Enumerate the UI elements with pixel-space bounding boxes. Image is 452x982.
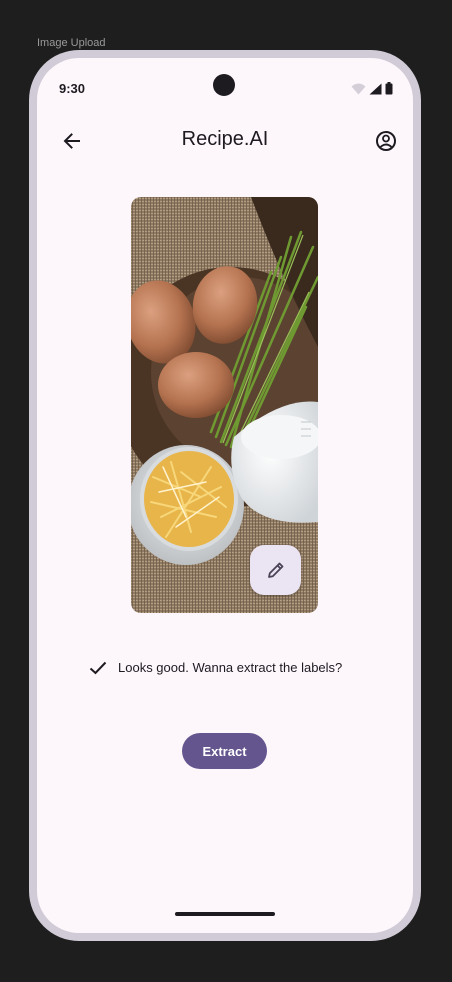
top-app-bar: Recipe.AI (37, 116, 413, 166)
frame-label: Image Upload (37, 37, 106, 49)
signal-icon (369, 83, 382, 94)
edit-image-button[interactable] (250, 545, 301, 595)
phone-frame: 9:30 Recipe.AI Looks good. Wanna extract… (29, 50, 421, 941)
status-time: 9:30 (59, 81, 86, 96)
check-icon (89, 661, 107, 674)
confirmation-row: Looks good. Wanna extract the labels? (89, 660, 342, 675)
confirmation-text: Looks good. Wanna extract the labels? (118, 660, 343, 675)
status-icons (351, 82, 393, 95)
status-bar: 9:30 (37, 58, 413, 116)
account-circle-icon (376, 131, 396, 151)
battery-icon (385, 82, 393, 95)
home-indicator[interactable] (175, 912, 275, 916)
page-title: Recipe.AI (181, 128, 269, 150)
wifi-icon (351, 83, 366, 94)
screen: 9:30 Recipe.AI Looks good. Wanna extract… (37, 58, 413, 933)
camera-cutout (213, 74, 235, 96)
extract-button[interactable]: Extract (182, 733, 267, 769)
pencil-icon (267, 562, 283, 578)
account-button[interactable] (366, 121, 406, 161)
